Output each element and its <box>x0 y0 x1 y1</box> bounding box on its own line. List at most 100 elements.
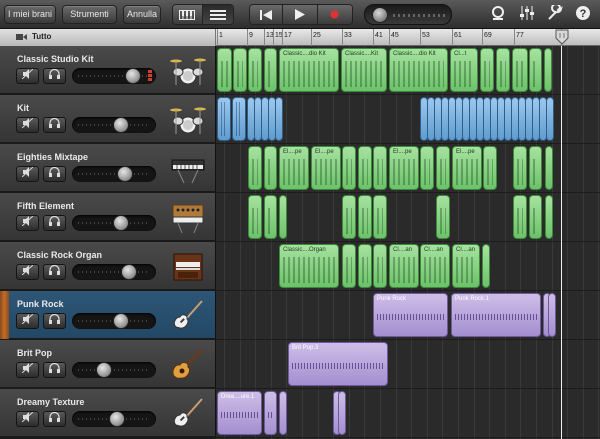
analog-synth-icon[interactable] <box>170 199 206 235</box>
track-volume-knob[interactable] <box>125 68 141 84</box>
track-region[interactable] <box>358 244 372 288</box>
track-volume-knob[interactable] <box>113 117 129 133</box>
electric-guitar-icon[interactable] <box>170 297 206 333</box>
track-region[interactable]: Classic....Kit <box>341 48 387 92</box>
tracks-view-button[interactable] <box>202 5 233 24</box>
instruments-button[interactable]: Strumenti <box>62 5 117 24</box>
track-volume-knob[interactable] <box>113 313 129 329</box>
track-region[interactable] <box>233 48 247 92</box>
track-region[interactable] <box>483 146 497 190</box>
track-header[interactable]: Classic Rock Organ <box>0 242 216 290</box>
solo-button[interactable] <box>43 362 66 378</box>
mute-button[interactable] <box>16 117 39 133</box>
track-region[interactable]: Classic....dio Kit <box>279 48 339 92</box>
track-region[interactable] <box>275 97 283 141</box>
playhead-handle[interactable] <box>554 29 570 45</box>
track-region[interactable] <box>279 195 287 239</box>
track-region[interactable] <box>545 146 553 190</box>
track-region[interactable] <box>338 391 346 435</box>
track-region[interactable] <box>512 48 528 92</box>
track-region[interactable] <box>545 195 553 239</box>
track-region[interactable]: Punk Rock.1 <box>451 293 541 337</box>
track-region[interactable] <box>264 195 277 239</box>
all-tracks-header[interactable]: Tutto <box>0 29 216 46</box>
track-volume-slider[interactable] <box>72 166 156 182</box>
track-region[interactable]: Cl....an <box>389 244 419 288</box>
track-region[interactable]: Classic....dio Kit <box>389 48 448 92</box>
track-volume-slider[interactable] <box>72 264 156 280</box>
track-region[interactable]: El....pe <box>452 146 482 190</box>
track-region[interactable] <box>529 146 542 190</box>
track-region[interactable] <box>373 244 387 288</box>
settings-button[interactable] <box>545 3 565 25</box>
track-region[interactable]: Drea....ure.1 <box>217 391 262 435</box>
track-region[interactable] <box>264 391 277 435</box>
track-region[interactable] <box>546 97 554 141</box>
track-region[interactable] <box>264 146 277 190</box>
solo-button[interactable] <box>43 313 66 329</box>
track-region[interactable] <box>436 146 450 190</box>
track-region[interactable]: El....pe <box>389 146 419 190</box>
track-region[interactable]: Punk Rock <box>373 293 448 337</box>
track-region[interactable]: El....pe <box>311 146 341 190</box>
track-region[interactable] <box>496 48 510 92</box>
drum-kit-icon[interactable] <box>170 101 206 137</box>
track-volume-knob[interactable] <box>109 411 125 427</box>
my-songs-button[interactable]: I miei brani <box>4 5 56 24</box>
track-region[interactable]: Cl....an <box>420 244 450 288</box>
electric-guitar-icon[interactable] <box>170 395 206 431</box>
record-button[interactable] <box>317 5 352 24</box>
track-region[interactable] <box>373 195 387 239</box>
track-region[interactable] <box>529 195 542 239</box>
solo-button[interactable] <box>43 411 66 427</box>
track-region[interactable]: Cl...t <box>450 48 478 92</box>
rewind-button[interactable] <box>250 5 284 24</box>
solo-button[interactable] <box>43 117 66 133</box>
track-region[interactable] <box>248 48 262 92</box>
track-region[interactable] <box>342 146 356 190</box>
track-volume-knob[interactable] <box>117 166 133 182</box>
track-header[interactable]: Classic Studio Kit <box>0 46 216 94</box>
track-region[interactable] <box>482 244 490 288</box>
mute-button[interactable] <box>16 68 39 84</box>
track-region[interactable] <box>544 48 552 92</box>
track-volume-knob[interactable] <box>96 362 112 378</box>
track-region[interactable] <box>513 146 527 190</box>
track-region[interactable] <box>420 146 434 190</box>
mute-button[interactable] <box>16 264 39 280</box>
track-region[interactable] <box>548 293 556 337</box>
track-header[interactable]: Fifth Element <box>0 193 216 241</box>
solo-button[interactable] <box>43 68 66 84</box>
track-region[interactable] <box>217 48 232 92</box>
timeline-ruler[interactable]: Tutto 1913151725334145536169778 <box>0 29 600 46</box>
track-region[interactable] <box>436 195 450 239</box>
help-button[interactable]: ? <box>573 5 593 25</box>
drum-kit-icon[interactable] <box>170 52 206 88</box>
track-region[interactable]: Brit Pop.3 <box>288 342 388 386</box>
track-region[interactable] <box>513 195 527 239</box>
loop-browser-button[interactable] <box>488 5 508 25</box>
mute-button[interactable] <box>16 313 39 329</box>
track-volume-knob[interactable] <box>121 264 137 280</box>
track-region[interactable] <box>373 146 387 190</box>
track-region[interactable] <box>358 195 372 239</box>
mute-button[interactable] <box>16 215 39 231</box>
track-region[interactable] <box>264 48 277 92</box>
mute-button[interactable] <box>16 166 39 182</box>
track-volume-knob[interactable] <box>113 215 129 231</box>
track-header[interactable]: Brit Pop <box>0 340 216 388</box>
organ-icon[interactable] <box>170 248 206 284</box>
track-region[interactable] <box>529 48 542 92</box>
master-volume-slider[interactable] <box>364 4 452 25</box>
track-region[interactable] <box>279 391 287 435</box>
track-volume-slider[interactable] <box>72 362 156 378</box>
solo-button[interactable] <box>43 215 66 231</box>
track-region[interactable] <box>342 195 356 239</box>
mute-button[interactable] <box>16 362 39 378</box>
track-region[interactable] <box>248 195 262 239</box>
track-region[interactable] <box>217 97 231 141</box>
solo-button[interactable] <box>43 264 66 280</box>
tracks-timeline[interactable]: Classic....dio Kit Classic....Kit Classic.… <box>216 46 600 439</box>
solo-button[interactable] <box>43 166 66 182</box>
track-region[interactable] <box>232 97 246 141</box>
